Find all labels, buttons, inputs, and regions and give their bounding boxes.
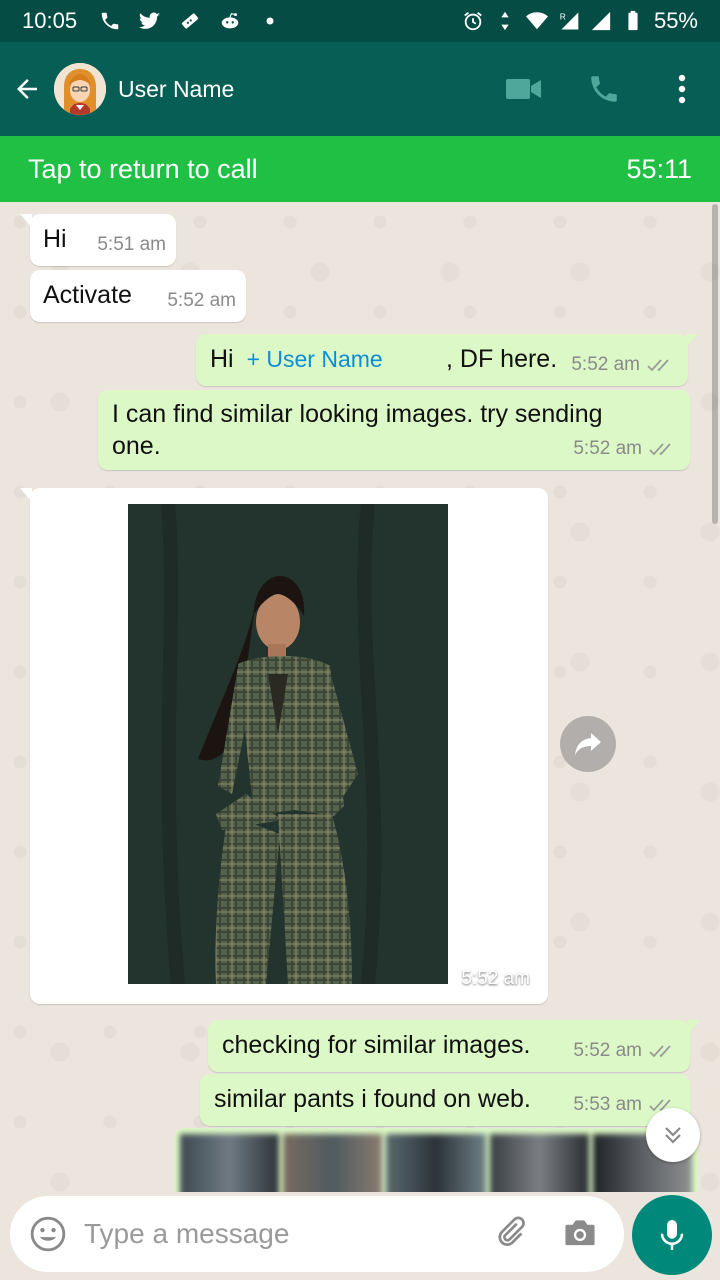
signal-roaming-icon: R: [558, 10, 580, 32]
image-message[interactable]: 5:52 am: [20, 488, 548, 1004]
voice-call-icon: [591, 76, 617, 102]
forward-button[interactable]: [560, 716, 616, 772]
composer-bar: Type a message: [0, 1192, 720, 1280]
gallery-thumbnail[interactable]: [489, 1134, 589, 1192]
battery-icon: [622, 10, 644, 32]
message-text: Hi + User Name: [210, 345, 383, 373]
message-text-suffix: , DF here.: [446, 345, 558, 373]
double-chevron-down-icon: [665, 1127, 681, 1144]
twitter-icon: [139, 10, 161, 32]
message-input-box[interactable]: Type a message: [10, 1196, 624, 1272]
message-text: Hi: [43, 225, 67, 253]
return-to-call-label: Tap to return to call: [28, 153, 258, 184]
video-call-icon: [506, 79, 541, 99]
message-outgoing[interactable]: similar pants i found on web. 5:53 am: [200, 1074, 690, 1126]
emoji-button[interactable]: [28, 1214, 68, 1254]
message-outgoing[interactable]: Hi + User Name , DF here. 5:52 am: [196, 334, 698, 386]
voice-call-button[interactable]: [564, 42, 644, 136]
image-gallery-message[interactable]: [174, 1128, 698, 1192]
shared-photo[interactable]: [128, 504, 448, 984]
emoji-icon: [30, 1216, 66, 1252]
chat-area[interactable]: Hi 5:51 am Activate 5:52 am Hi + User Na…: [0, 202, 720, 1192]
return-to-call-banner[interactable]: Tap to return to call 55:11: [0, 136, 720, 202]
message-text: similar pants i found on web.: [214, 1085, 531, 1113]
message-text: I can find similar looking images. try s…: [112, 400, 603, 460]
double-check-icon: [647, 359, 669, 372]
chat-scrollbar[interactable]: [712, 204, 718, 524]
forward-icon: [575, 733, 601, 755]
signal-icon: [590, 10, 612, 32]
battery-percent: 55%: [653, 8, 698, 33]
data-arrows-icon: [494, 10, 516, 32]
gallery-thumbnail[interactable]: [180, 1134, 280, 1192]
ticket-icon: [179, 10, 201, 32]
more-menu-button[interactable]: [644, 42, 720, 136]
camera-button[interactable]: [562, 1216, 598, 1253]
message-time: 5:52 am: [167, 290, 236, 311]
voice-message-button[interactable]: [632, 1195, 712, 1275]
reddit-icon: [219, 10, 241, 32]
avatar[interactable]: [54, 63, 106, 115]
double-check-icon: [649, 1045, 671, 1058]
video-call-button[interactable]: [484, 42, 564, 136]
attach-icon: [498, 1216, 525, 1246]
svg-text:R: R: [560, 11, 566, 21]
message-incoming[interactable]: Activate 5:52 am: [30, 270, 246, 322]
more-menu-icon: [678, 74, 686, 104]
message-text: checking for similar images.: [222, 1031, 531, 1059]
phone-icon: [99, 10, 121, 32]
message-time: 5:52 am: [573, 1040, 678, 1062]
call-duration: 55:11: [626, 153, 692, 184]
mention-link[interactable]: + User Name: [247, 346, 383, 372]
attach-button[interactable]: [492, 1214, 528, 1255]
status-time: 10:05: [22, 8, 78, 33]
back-button[interactable]: [0, 42, 54, 136]
scroll-to-bottom-button[interactable]: [646, 1108, 700, 1162]
status-bar: 10:05 R 55%: [0, 0, 720, 42]
back-arrow-icon: [17, 79, 37, 99]
message-time: 5:52 am: [461, 968, 530, 989]
message-text: Activate: [43, 281, 132, 309]
alarm-icon: [462, 10, 484, 32]
double-check-icon: [649, 443, 671, 456]
dot-icon: [259, 10, 281, 32]
message-incoming[interactable]: Hi 5:51 am: [20, 214, 176, 266]
message-time: 5:52 am: [571, 354, 676, 376]
wifi-icon: [525, 10, 548, 32]
message-outgoing[interactable]: I can find similar looking images. try s…: [98, 390, 690, 470]
mic-icon: [660, 1220, 684, 1250]
message-time: 5:51 am: [97, 234, 166, 255]
camera-icon: [565, 1219, 595, 1245]
message-time: 5:52 am: [573, 438, 678, 460]
gallery-thumbnail[interactable]: [386, 1134, 486, 1192]
message-input[interactable]: Type a message: [84, 1218, 289, 1250]
contact-name[interactable]: User Name: [118, 76, 234, 103]
message-outgoing[interactable]: checking for similar images. 5:52 am: [208, 1020, 700, 1072]
chat-header: User Name: [0, 42, 720, 136]
gallery-thumbnail[interactable]: [283, 1134, 383, 1192]
